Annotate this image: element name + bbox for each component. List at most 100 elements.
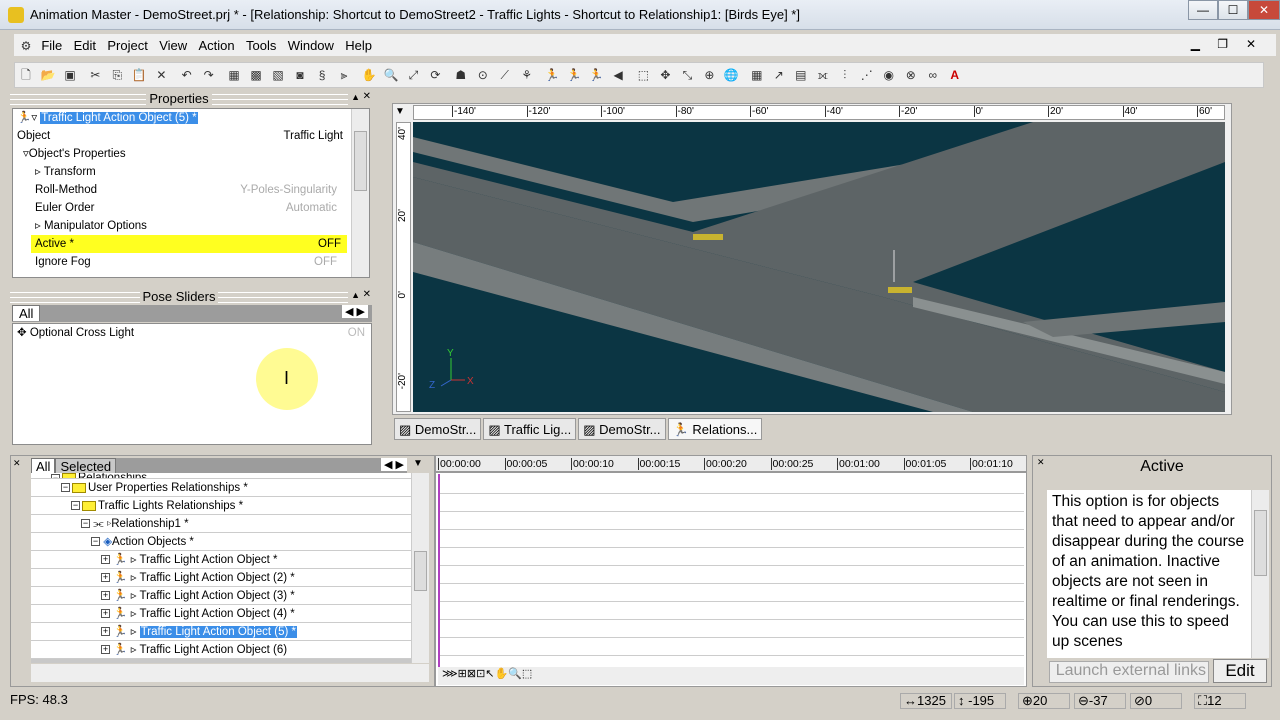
hand-icon[interactable]: ✋ <box>360 66 378 84</box>
menu-project[interactable]: Project <box>103 34 151 57</box>
render-icon[interactable]: ▦ <box>225 66 243 84</box>
pose-slider-optional-cross-light[interactable]: ✥ Optional Cross Light ON <box>13 324 371 342</box>
spline-icon[interactable]: ↗ <box>770 66 788 84</box>
new-icon[interactable]: 🗋 <box>17 66 35 84</box>
tree-item[interactable]: − Traffic Lights Relationships * <box>31 497 411 515</box>
expand-toggle[interactable]: + <box>101 555 110 565</box>
panel-close-button[interactable]: ✕ <box>13 458 21 469</box>
copy-icon[interactable]: ⎘ <box>108 66 126 84</box>
help-scrollbar[interactable] <box>1251 490 1269 658</box>
expand-toggle[interactable]: + <box>101 591 110 601</box>
tree-item[interactable]: + 🏃 ▹ Traffic Light Action Object (4) * <box>31 605 411 623</box>
timeline-row[interactable] <box>440 548 1024 566</box>
menu-help[interactable]: Help <box>341 34 376 57</box>
timeline-row[interactable] <box>440 620 1024 638</box>
graph-icon[interactable]: ⫶ <box>836 66 854 84</box>
pose-value[interactable]: ON <box>348 324 365 342</box>
keys-icon[interactable]: ▤ <box>792 66 810 84</box>
select-icon[interactable]: ⬚ <box>634 66 652 84</box>
tree-item[interactable]: + 🏃 ▹ Traffic Light Action Object (3) * <box>31 587 411 605</box>
tree-item[interactable]: − User Properties Relationships * <box>31 479 411 497</box>
tab-selected[interactable]: Selected <box>55 458 117 474</box>
zoom-icon[interactable]: 🔍 <box>382 66 400 84</box>
turn-icon[interactable]: ⟳ <box>426 66 444 84</box>
text-icon[interactable]: A <box>946 66 964 84</box>
prop-row-object[interactable]: Object Traffic Light <box>13 127 369 145</box>
expand-toggle[interactable]: + <box>101 609 110 619</box>
redo-icon[interactable]: ↷ <box>200 66 218 84</box>
tab-traffic-light[interactable]: ▨ Traffic Lig... <box>483 418 577 440</box>
scale-icon[interactable]: ⤡ <box>678 66 696 84</box>
prop-row-objects-properties[interactable]: ▿Object's Properties <box>13 145 369 163</box>
prop-row-ignore-fog[interactable]: Ignore Fog OFF <box>13 253 369 271</box>
timeline-row[interactable] <box>440 638 1024 656</box>
expand-toggle[interactable]: + <box>101 627 110 637</box>
prop-row-roll-method[interactable]: Roll-Method Y-Poles-Singularity <box>13 181 369 199</box>
properties-scrollbar[interactable] <box>351 109 369 277</box>
rotate-icon[interactable]: ⊕ <box>700 66 718 84</box>
tab-all[interactable]: All <box>12 305 41 321</box>
expand-toggle[interactable]: − <box>61 483 70 493</box>
prop-row-transform[interactable]: ▹ Transform <box>13 163 369 181</box>
undo-icon[interactable]: ↶ <box>178 66 196 84</box>
tree-hscrollbar[interactable] <box>31 664 429 682</box>
panel-close-button[interactable]: ✕ <box>363 289 371 300</box>
action-icon[interactable]: 🏃 <box>543 66 561 84</box>
timeline-row[interactable] <box>440 602 1024 620</box>
cut-icon[interactable]: ✂ <box>86 66 104 84</box>
camera-icon[interactable]: ◙ <box>291 66 309 84</box>
expand-toggle[interactable]: + <box>101 573 110 583</box>
choreography-icon[interactable]: 🏃 <box>565 66 583 84</box>
path-icon[interactable]: ⟗ <box>814 66 832 84</box>
tree-item[interactable]: + 🏃 ▹ Traffic Light Action Object * <box>31 551 411 569</box>
launch-external-links-button[interactable]: Launch external links <box>1049 661 1209 683</box>
muscle-icon[interactable]: ⟋ <box>496 66 514 84</box>
viewport-menu-icon[interactable]: ▼ <box>395 106 405 117</box>
walk-icon[interactable]: 🏃 <box>587 66 605 84</box>
tree-dropdown-button[interactable]: ▼ <box>413 458 423 469</box>
panel-close-button[interactable]: ✕ <box>1037 457 1045 468</box>
wave-icon[interactable]: ⋰ <box>858 66 876 84</box>
open-icon[interactable]: 📂 <box>39 66 57 84</box>
close-button[interactable]: ✕ <box>1248 0 1280 20</box>
timeline-row[interactable] <box>440 476 1024 494</box>
timeline-row[interactable] <box>440 512 1024 530</box>
menu-view[interactable]: View <box>155 34 191 57</box>
maximize-button[interactable]: ☐ <box>1218 0 1248 20</box>
render-lock-icon[interactable]: ▩ <box>247 66 265 84</box>
expand-toggle[interactable]: − <box>81 519 90 529</box>
document-icon[interactable]: ⚙ <box>18 37 34 53</box>
panel-close-button[interactable]: ✕ <box>363 91 371 102</box>
save-icon[interactable]: ▣ <box>61 66 79 84</box>
play-icon[interactable]: ⫸ <box>335 66 353 84</box>
target-icon[interactable]: ⊗ <box>902 66 920 84</box>
minimize-button[interactable]: — <box>1188 0 1218 20</box>
timeline-row[interactable] <box>440 494 1024 512</box>
prop-row-euler-order[interactable]: Euler Order Automatic <box>13 199 369 217</box>
scene-view[interactable]: Y X Z <box>413 122 1225 412</box>
expand-toggle[interactable]: − <box>91 537 100 547</box>
paste-icon[interactable]: 📋 <box>130 66 148 84</box>
link-icon[interactable]: ∞ <box>924 66 942 84</box>
mdi-close-button[interactable]: ✕ <box>1246 37 1256 51</box>
timeline-row[interactable] <box>440 530 1024 548</box>
tree-item[interactable]: + 🏃 ▹ Traffic Light Action Object (5) * <box>31 623 411 641</box>
selected-object-name[interactable]: Traffic Light Action Object (5) * <box>39 111 199 125</box>
tab-demostreet-2[interactable]: ▨ DemoStr... <box>578 418 666 440</box>
sound-icon[interactable]: ◀ <box>609 66 627 84</box>
mdi-minimize-button[interactable]: ▁ <box>1191 37 1200 51</box>
fit-icon[interactable]: ⤢ <box>404 66 422 84</box>
shading-icon[interactable]: § <box>313 66 331 84</box>
panel-pin-button[interactable]: ▲ <box>351 290 360 300</box>
record-icon[interactable]: ◉ <box>880 66 898 84</box>
timeline-ruler[interactable]: 00:00:00 00:00:05 00:00:10 00:00:15 00:00:20… <box>436 456 1026 473</box>
menu-file[interactable]: File <box>37 34 66 57</box>
tab-scroll-arrows[interactable]: ◀ ▶ <box>381 458 407 471</box>
tree-scrollbar[interactable] <box>411 473 429 663</box>
delete-icon[interactable]: ✕ <box>152 66 170 84</box>
expand-toggle[interactable]: − <box>71 501 80 511</box>
menu-action[interactable]: Action <box>195 34 239 57</box>
globe-icon[interactable]: 🌐 <box>722 66 740 84</box>
menu-tools[interactable]: Tools <box>242 34 280 57</box>
group-icon[interactable]: ⊙ <box>474 66 492 84</box>
